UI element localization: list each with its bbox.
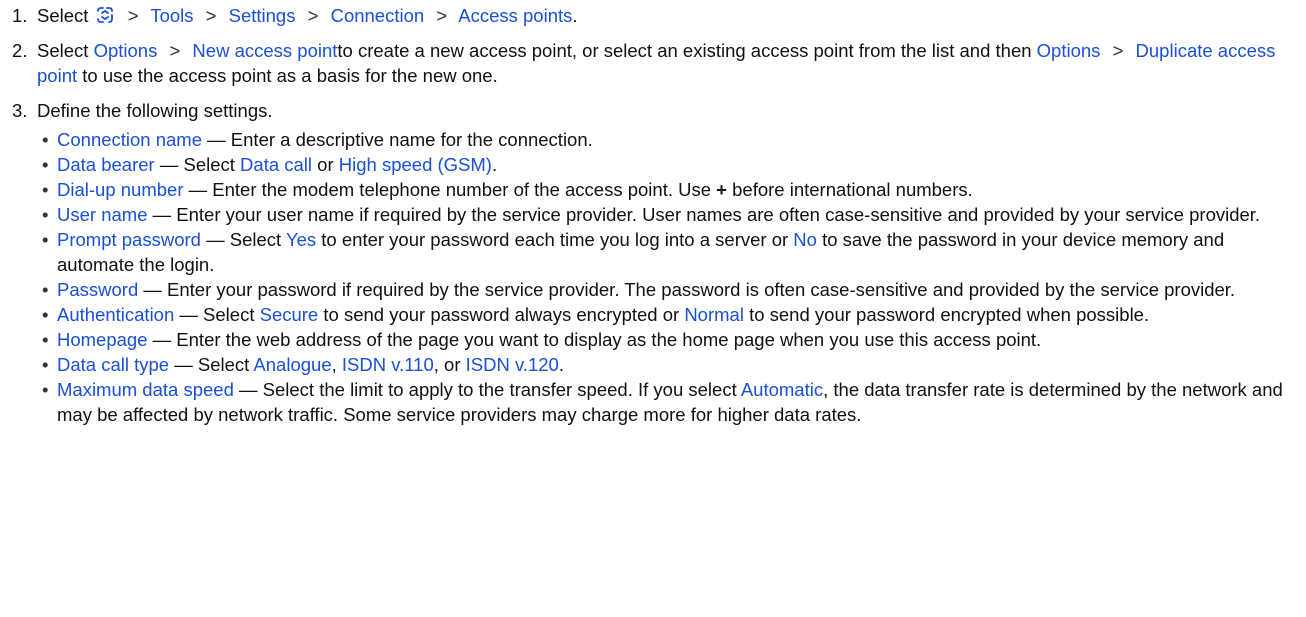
menu-path-connection: Connection: [330, 5, 425, 26]
setting-description: Enter a descriptive name for the connect…: [230, 129, 593, 150]
option-value: Yes: [285, 229, 317, 250]
setting-description: Select the limit to apply to the transfe…: [262, 379, 741, 400]
setting-description: Enter your password if required by the s…: [167, 279, 1236, 300]
menu-path-tools: Tools: [150, 5, 194, 26]
step-3: 3. Define the following settings. • Conne…: [12, 98, 1294, 427]
setting-item: • Dial-up number — Enter the modem teleph…: [37, 177, 1294, 202]
bullet: •: [42, 179, 49, 200]
setting-item: • User name — Enter your user name if req…: [37, 202, 1294, 227]
period: .: [572, 5, 578, 26]
step-number: 3.: [12, 100, 28, 121]
option-value: ISDN v.120: [465, 354, 559, 375]
em-dash: —: [202, 129, 231, 150]
em-dash: —: [138, 279, 168, 300]
emphasis-text: +: [716, 179, 727, 200]
setting-item: • Connection name — Enter a descriptive n…: [37, 127, 1294, 152]
bullet: •: [42, 229, 49, 250]
menu-key-icon: [96, 7, 113, 23]
option-value: Secure: [259, 304, 319, 325]
step-3-text: Define the following settings.: [37, 100, 273, 121]
path-separator: >: [436, 5, 448, 26]
setting-description: Enter the web address of the page you wa…: [176, 329, 1042, 350]
option-value: Automatic: [740, 379, 824, 400]
setting-name: Authentication: [57, 304, 175, 325]
bullet: •: [42, 304, 49, 325]
step-2: 2. Select Options > New access pointto c…: [12, 38, 1294, 88]
em-dash: —: [183, 179, 213, 200]
option-value: Analogue: [253, 354, 332, 375]
em-dash: —: [233, 379, 263, 400]
setting-description: Select: [183, 154, 241, 175]
option-value: ISDN v.110: [341, 354, 434, 375]
setting-description: , or: [433, 354, 466, 375]
settings-list: • Connection name — Enter a descriptive n…: [37, 127, 1294, 427]
instructions-document: 1. Select > Tools > Settings > Connectio…: [0, 0, 1306, 427]
step-number: 1.: [12, 5, 28, 26]
step-number: 2.: [12, 40, 28, 61]
setting-name: Prompt password: [57, 229, 201, 250]
setting-description: ,: [331, 354, 342, 375]
setting-item: • Maximum data speed — Select the limit t…: [37, 377, 1294, 427]
em-dash: —: [169, 354, 198, 375]
em-dash: —: [200, 229, 230, 250]
setting-item: • Homepage — Enter the web address of the…: [37, 327, 1294, 352]
setting-description: before international numbers.: [726, 179, 973, 200]
setting-description: to send your password always encrypted o…: [318, 304, 685, 325]
step-2-middle-text: to create a new access point, or select …: [337, 40, 1032, 61]
path-separator: >: [127, 5, 139, 26]
option-value: Data call: [240, 154, 313, 175]
bullet: •: [42, 354, 49, 375]
setting-name: Password: [57, 279, 139, 300]
setting-description: Enter your user name if required by the …: [176, 204, 1261, 225]
path-separator: >: [307, 5, 319, 26]
bullet: •: [42, 379, 49, 400]
path-separator: >: [1112, 40, 1124, 61]
menu-path-access-points: Access points: [458, 5, 573, 26]
bullet: •: [42, 279, 49, 300]
setting-description: .: [558, 354, 564, 375]
option-value: No: [793, 229, 817, 250]
setting-item: • Data call type — Select Analogue, ISDN …: [37, 352, 1294, 377]
em-dash: —: [174, 304, 204, 325]
setting-description: Enter the modem telephone number of the …: [212, 179, 717, 200]
menu-options: Options: [1036, 40, 1101, 61]
em-dash: —: [147, 329, 177, 350]
option-value: Normal: [684, 304, 744, 325]
setting-description: .: [491, 154, 498, 175]
setting-item: • Prompt password — Select Yes to enter y…: [37, 227, 1294, 277]
path-separator: >: [205, 5, 217, 26]
step-2-tail-text: to use the access point as a basis for t…: [77, 65, 498, 86]
option-value: High speed (GSM): [338, 154, 492, 175]
em-dash: —: [147, 204, 177, 225]
menu-options: Options: [93, 40, 158, 61]
bullet: •: [42, 154, 49, 175]
setting-name: Connection name: [57, 129, 203, 150]
setting-description: to send your password encrypted when pos…: [743, 304, 1150, 325]
setting-item: • Authentication — Select Secure to send …: [37, 302, 1294, 327]
menu-new-access-point: New access point: [192, 40, 338, 61]
setting-item: • Password — Enter your password if requi…: [37, 277, 1294, 302]
bullet: •: [42, 129, 49, 150]
setting-description: to enter your password each time you log…: [316, 229, 794, 250]
bullet: •: [42, 204, 49, 225]
select-text: Select: [37, 5, 89, 26]
setting-name: Maximum data speed: [57, 379, 234, 400]
setting-description: Select: [229, 229, 286, 250]
select-text: Select: [37, 40, 89, 61]
bullet: •: [42, 329, 49, 350]
path-separator: >: [169, 40, 181, 61]
step-1: 1. Select > Tools > Settings > Connectio…: [12, 3, 1294, 28]
setting-name: User name: [57, 204, 148, 225]
setting-name: Data bearer: [57, 154, 155, 175]
setting-name: Homepage: [57, 329, 148, 350]
setting-description: or: [312, 154, 339, 175]
setting-item: • Data bearer — Select Data call or High …: [37, 152, 1294, 177]
setting-description: Select: [203, 304, 260, 325]
setting-description: Select: [197, 354, 254, 375]
setting-name: Data call type: [57, 354, 170, 375]
em-dash: —: [154, 154, 184, 175]
menu-path-settings: Settings: [228, 5, 296, 26]
setting-name: Dial-up number: [57, 179, 184, 200]
